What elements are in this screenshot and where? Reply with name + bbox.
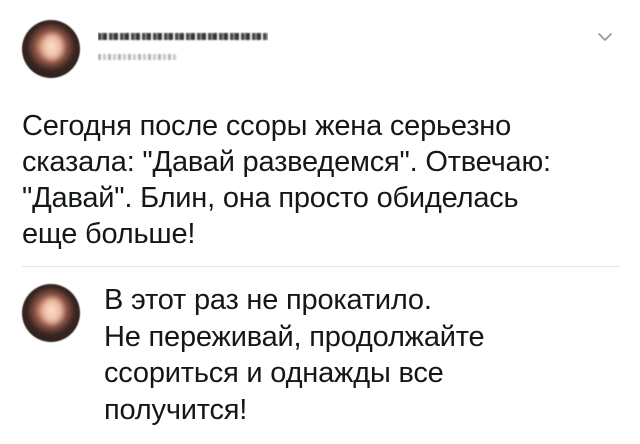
reply-author-avatar[interactable] (22, 284, 80, 342)
tweet-author-name[interactable] (98, 30, 268, 42)
tweet-author-handle[interactable] (98, 52, 178, 62)
tweet-author-avatar[interactable] (22, 20, 80, 78)
reply-tweet: В этот раз не прокатило. Не переживай, п… (0, 268, 640, 444)
twitter-thread: Сегодня после ссоры жена серьезно сказал… (0, 0, 640, 444)
tweet: Сегодня после ссоры жена серьезно сказал… (0, 0, 640, 268)
chevron-down-icon[interactable] (596, 28, 614, 46)
tweet-text: Сегодня после ссоры жена серьезно сказал… (22, 110, 551, 250)
reply-text: В этот раз не прокатило. Не переживай, п… (104, 284, 485, 426)
divider (22, 266, 620, 267)
